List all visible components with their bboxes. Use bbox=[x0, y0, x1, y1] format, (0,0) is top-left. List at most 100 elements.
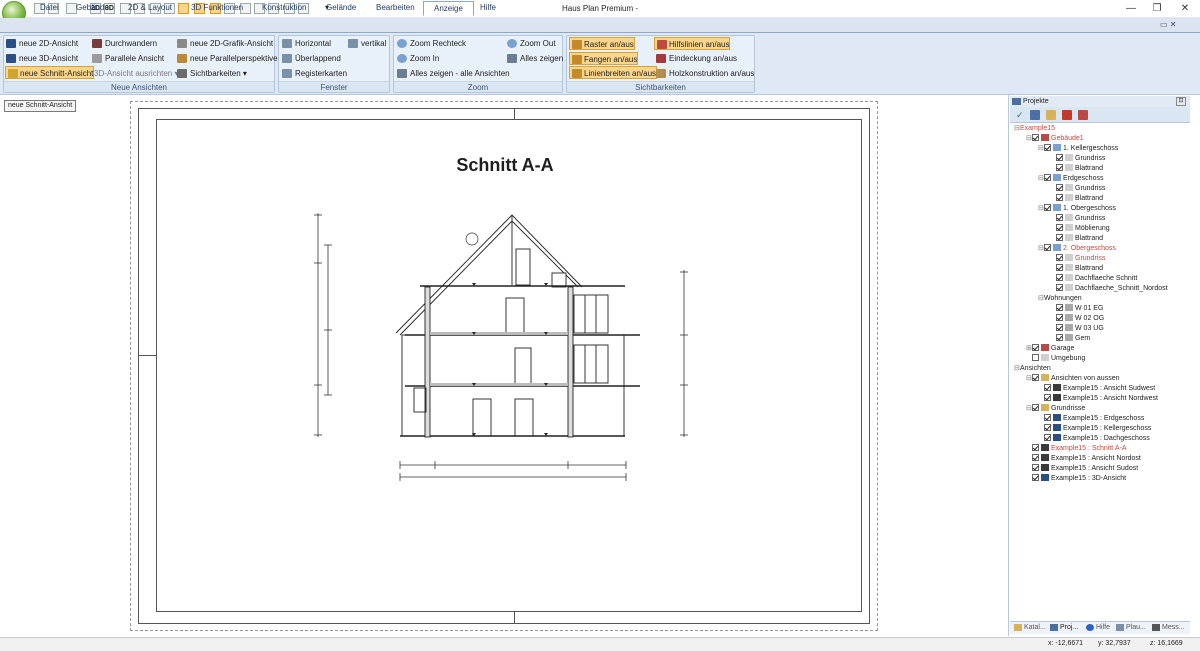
tree-item[interactable]: ⊟ 1. Kellergeschoss bbox=[1038, 144, 1118, 154]
visibility-checkbox[interactable] bbox=[1056, 164, 1063, 171]
visibility-checkbox[interactable] bbox=[1056, 254, 1063, 261]
grid-toggle-button[interactable]: Raster an/aus bbox=[569, 37, 635, 50]
visibility-checkbox[interactable] bbox=[1044, 394, 1051, 401]
visibility-checkbox[interactable] bbox=[1056, 214, 1063, 221]
section-drawing[interactable] bbox=[300, 205, 700, 495]
visibility-checkbox[interactable] bbox=[1044, 414, 1051, 421]
visibility-checkbox[interactable] bbox=[1056, 304, 1063, 311]
tab-bearbeiten[interactable]: Bearbeiten bbox=[366, 1, 425, 15]
tile-vertical-button[interactable]: vertikal bbox=[348, 37, 386, 50]
timber-toggle-button[interactable]: Holzkonstruktion an/aus bbox=[656, 67, 754, 80]
visibility-checkbox[interactable] bbox=[1044, 384, 1051, 391]
tree-item[interactable]: W 01 EG bbox=[1050, 304, 1103, 314]
visibility-checkbox[interactable] bbox=[1056, 224, 1063, 231]
new-2d-view-button[interactable]: neue 2D-Ansicht bbox=[6, 37, 78, 50]
tree-item[interactable]: ⊟Example15 bbox=[1014, 124, 1055, 134]
tab-anzeige[interactable]: Anzeige bbox=[423, 1, 474, 16]
tab-gebaeude[interactable]: Gebäude bbox=[66, 1, 119, 15]
tab-projekte[interactable]: Proj... bbox=[1050, 622, 1078, 633]
tree-item[interactable]: Möblierung bbox=[1050, 224, 1110, 234]
visibility-checkbox[interactable] bbox=[1044, 434, 1051, 441]
pin-icon[interactable]: ⊡ bbox=[1176, 97, 1186, 106]
tab-gelaende[interactable]: Gelände bbox=[316, 1, 366, 15]
tab-messen[interactable]: Mess... bbox=[1152, 622, 1185, 633]
tree-item[interactable]: Example15 : Ansicht Nordwest bbox=[1038, 394, 1158, 404]
tree-item[interactable]: ⊟ Gebäude1 bbox=[1026, 134, 1084, 144]
visibility-checkbox[interactable] bbox=[1056, 314, 1063, 321]
tab-datei[interactable]: Datei bbox=[30, 1, 69, 15]
tab-hilfe-panel[interactable]: Hilfe bbox=[1086, 622, 1110, 633]
visibility-checkbox[interactable] bbox=[1056, 194, 1063, 201]
tree-item[interactable]: Grundriss bbox=[1050, 254, 1105, 264]
tree-item[interactable]: ⊟Ansichten bbox=[1014, 364, 1051, 374]
cascade-button[interactable]: Überlappend bbox=[282, 52, 341, 65]
tree-item[interactable]: ⊞ Garage bbox=[1026, 344, 1074, 354]
visibility-checkbox[interactable] bbox=[1056, 324, 1063, 331]
zoom-out-button[interactable]: Zoom Out bbox=[507, 37, 556, 50]
tree-item[interactable]: Blattrand bbox=[1050, 194, 1103, 204]
visibility-checkbox[interactable] bbox=[1032, 134, 1039, 141]
list-icon[interactable] bbox=[1030, 110, 1040, 120]
visibility-checkbox[interactable] bbox=[1056, 274, 1063, 281]
tree-item[interactable]: Umgebung bbox=[1026, 354, 1085, 364]
align-3d-view-button[interactable]: 3D-Ansicht ausrichten ▾ bbox=[94, 67, 179, 80]
tree-item[interactable]: Grundriss bbox=[1050, 184, 1105, 194]
tree-item[interactable]: Grundriss bbox=[1050, 214, 1105, 224]
tab-2d-layout[interactable]: 2D & Layout bbox=[118, 1, 182, 15]
check-icon[interactable]: ✓ bbox=[1016, 110, 1026, 120]
close-button[interactable]: ✕ bbox=[1172, 2, 1198, 16]
zoom-rectangle-button[interactable]: Zoom Rechteck bbox=[397, 37, 466, 50]
tree-item[interactable]: Example15 : Dachgeschoss bbox=[1038, 434, 1150, 444]
tab-3d-funktionen[interactable]: 3D Funktionen bbox=[181, 1, 253, 15]
tree-item[interactable]: Example15 : Ansicht Sudost bbox=[1026, 464, 1138, 474]
tree-item[interactable]: Blattrand bbox=[1050, 264, 1103, 274]
tree-item[interactable]: ⊟ Erdgeschoss bbox=[1038, 174, 1103, 184]
tab-katalog[interactable]: Katal... bbox=[1014, 622, 1046, 633]
visibility-checkbox[interactable] bbox=[1032, 344, 1039, 351]
visibility-checkbox[interactable] bbox=[1056, 334, 1063, 341]
tree-item[interactable]: Blattrand bbox=[1050, 164, 1103, 174]
tree-item[interactable]: Gem bbox=[1050, 334, 1090, 344]
parallel-view-button[interactable]: Parallele Ansicht bbox=[92, 52, 164, 65]
tree-item[interactable]: Example15 : Schnitt A-A bbox=[1026, 444, 1126, 454]
visibility-button[interactable]: Sichtbarkeiten ▾ bbox=[177, 67, 247, 80]
walkthrough-button[interactable]: Durchwandern bbox=[92, 37, 157, 50]
visibility-checkbox[interactable] bbox=[1044, 244, 1051, 251]
tree-item[interactable]: ⊟ 2. Obergeschoss bbox=[1038, 244, 1116, 254]
tree-item[interactable]: ⊟Wohnungen bbox=[1038, 294, 1082, 304]
tree-item[interactable]: Example15 : Ansicht Sudwest bbox=[1038, 384, 1155, 394]
visibility-checkbox[interactable] bbox=[1032, 374, 1039, 381]
visibility-checkbox[interactable] bbox=[1056, 184, 1063, 191]
tile-horizontal-button[interactable]: Horizontal bbox=[282, 37, 331, 50]
tree-item[interactable]: ⊟ 1. Obergeschoss bbox=[1038, 204, 1116, 214]
tree-item[interactable]: Blattrand bbox=[1050, 234, 1103, 244]
zoom-in-button[interactable]: Zoom In bbox=[397, 52, 439, 65]
visibility-checkbox[interactable] bbox=[1032, 404, 1039, 411]
tree-item[interactable]: ⊟ Ansichten von aussen bbox=[1026, 374, 1120, 384]
tree-item[interactable]: ⊟ Grundrisse bbox=[1026, 404, 1085, 414]
visibility-checkbox[interactable] bbox=[1032, 444, 1039, 451]
visibility-checkbox[interactable] bbox=[1032, 474, 1039, 481]
new-3d-view-button[interactable]: neue 3D-Ansicht bbox=[6, 52, 78, 65]
roofing-toggle-button[interactable]: Eindeckung an/aus bbox=[656, 52, 737, 65]
tree-item[interactable]: Example15 : 3D-Ansicht bbox=[1026, 474, 1126, 484]
house-add-icon[interactable] bbox=[1078, 110, 1088, 120]
new-section-view-button[interactable]: neue Schnitt-Ansicht bbox=[5, 66, 95, 79]
visibility-checkbox[interactable] bbox=[1056, 154, 1063, 161]
tree-item[interactable]: Example15 : Ansicht Nordost bbox=[1026, 454, 1141, 464]
visibility-checkbox[interactable] bbox=[1032, 354, 1039, 361]
visibility-checkbox[interactable] bbox=[1044, 204, 1051, 211]
tree-item[interactable]: Example15 : Kellergeschoss bbox=[1038, 424, 1151, 434]
zoom-all-button[interactable]: Alles zeigen bbox=[507, 52, 563, 65]
new-parallel-perspective-button[interactable]: neue Parallelperspektive bbox=[177, 52, 278, 65]
line-width-toggle-button[interactable]: Linienbreiten an/aus bbox=[569, 66, 658, 79]
visibility-checkbox[interactable] bbox=[1032, 464, 1039, 471]
visibility-checkbox[interactable] bbox=[1044, 144, 1051, 151]
tab-konstruktion[interactable]: Konstruktion bbox=[252, 1, 316, 15]
visibility-checkbox[interactable] bbox=[1056, 264, 1063, 271]
snap-toggle-button[interactable]: Fangen an/aus bbox=[569, 52, 639, 65]
restore-button[interactable]: ❐ bbox=[1144, 2, 1170, 16]
visibility-checkbox[interactable] bbox=[1044, 424, 1051, 431]
zoom-all-views-button[interactable]: Alles zeigen - alle Ansichten bbox=[397, 67, 510, 80]
tree-item[interactable]: Dachflaeche_Schnitt_Nordost bbox=[1050, 284, 1168, 294]
